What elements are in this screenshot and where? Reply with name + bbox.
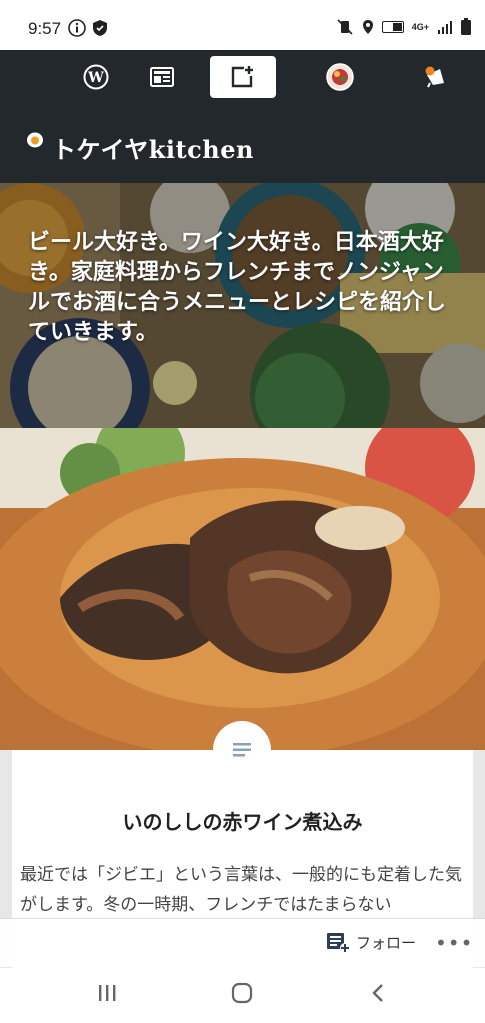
- location-icon: [362, 19, 373, 34]
- android-nav-bar: [0, 968, 485, 1023]
- info-icon: [68, 19, 86, 37]
- battery-icon: [461, 18, 471, 35]
- notifications-icon: [425, 66, 444, 88]
- mute-vibrate-icon: [337, 18, 353, 35]
- wordpress-button[interactable]: W: [74, 56, 118, 98]
- recent-apps-icon[interactable]: [96, 982, 118, 1004]
- site-title[interactable]: トケイヤkitchen: [52, 130, 254, 165]
- post-title[interactable]: いのししの赤ワイン煮込み: [12, 806, 473, 835]
- more-options-button[interactable]: •••: [435, 931, 473, 955]
- volte-icon: [381, 20, 404, 33]
- follow-icon: [327, 933, 350, 953]
- avatar-icon: [326, 63, 354, 91]
- featured-food-image: [0, 428, 485, 750]
- write-post-button[interactable]: [210, 56, 276, 98]
- notifications-button[interactable]: [414, 56, 458, 98]
- standard-post-format-icon: [233, 743, 251, 757]
- post-format-badge: [213, 721, 271, 779]
- site-logo-icon: [27, 132, 43, 148]
- follow-button[interactable]: フォロー: [326, 931, 416, 953]
- site-header: トケイヤkitchen: [0, 103, 485, 183]
- post-featured-image[interactable]: [0, 428, 485, 750]
- signal-icon: [438, 20, 452, 34]
- shield-icon: [93, 20, 107, 36]
- follow-bar: フォロー •••: [0, 918, 485, 967]
- reader-icon: [150, 67, 174, 87]
- status-right-icons: 4G+: [336, 18, 471, 35]
- svg-text:W: W: [87, 70, 104, 86]
- profile-button[interactable]: [318, 56, 362, 98]
- follow-label: フォロー: [356, 933, 417, 952]
- back-icon[interactable]: [369, 982, 387, 1004]
- status-bar: 9:57 4G+: [0, 0, 485, 50]
- hero-banner: ビール大好き。ワイン大好き。日本酒大好き。家庭料理からフレンチまでノンジャンルで…: [0, 183, 485, 428]
- reader-button[interactable]: [140, 56, 184, 98]
- post-excerpt: 最近では「ジビエ」という言葉は、一般的にも定着した気がします。冬の一時期、フレン…: [20, 865, 462, 915]
- home-icon[interactable]: [231, 982, 253, 1004]
- status-left-icons: [68, 19, 108, 37]
- wp-toolbar: W: [0, 50, 485, 103]
- site-tagline: ビール大好き。ワイン大好き。日本酒大好き。家庭料理からフレンチまでノンジャンルで…: [28, 230, 447, 345]
- status-time: 9:57: [28, 19, 62, 38]
- 4g-data-icon: 4G+: [411, 21, 429, 32]
- write-post-icon: [231, 66, 253, 88]
- wordpress-icon: W: [83, 64, 109, 90]
